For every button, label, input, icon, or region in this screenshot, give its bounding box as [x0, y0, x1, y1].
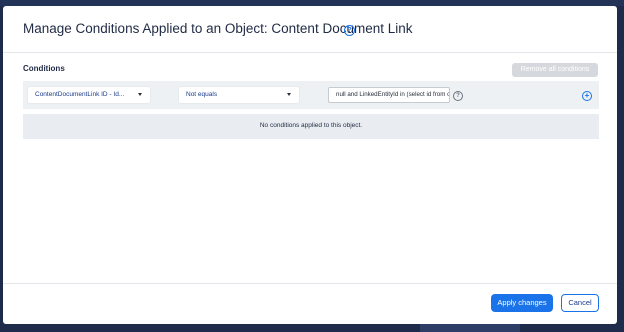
footer-divider — [3, 283, 617, 284]
apply-changes-button[interactable]: Apply changes — [491, 294, 553, 312]
remove-all-conditions-button[interactable]: Remove all conditions — [512, 63, 598, 77]
help-icon[interactable]: ? — [344, 25, 355, 36]
chevron-down-icon — [287, 93, 291, 96]
add-condition-icon[interactable]: + — [582, 91, 592, 101]
operator-select-value: Not equals — [186, 91, 218, 98]
field-select[interactable]: ContentDocumentLink ID - Id... — [28, 87, 150, 103]
operator-select[interactable]: Not equals — [179, 87, 299, 103]
conditions-label: Conditions — [23, 64, 65, 73]
chevron-down-icon — [138, 93, 142, 96]
cancel-button[interactable]: Cancel — [561, 294, 599, 312]
empty-conditions-message: No conditions applied to this object. — [259, 122, 363, 129]
empty-conditions-panel: No conditions applied to this object. — [23, 114, 599, 139]
condition-value-input[interactable]: null and LinkedEntityId in (select id fr… — [328, 87, 450, 103]
field-select-value: ContentDocumentLink ID - Id... — [35, 91, 125, 98]
dialog-header: Manage Conditions Applied to an Object: … — [3, 6, 617, 53]
value-help-icon[interactable]: ? — [453, 91, 463, 101]
manage-conditions-dialog: Manage Conditions Applied to an Object: … — [3, 6, 617, 324]
condition-row: ContentDocumentLink ID - Id... Not equal… — [23, 81, 599, 109]
